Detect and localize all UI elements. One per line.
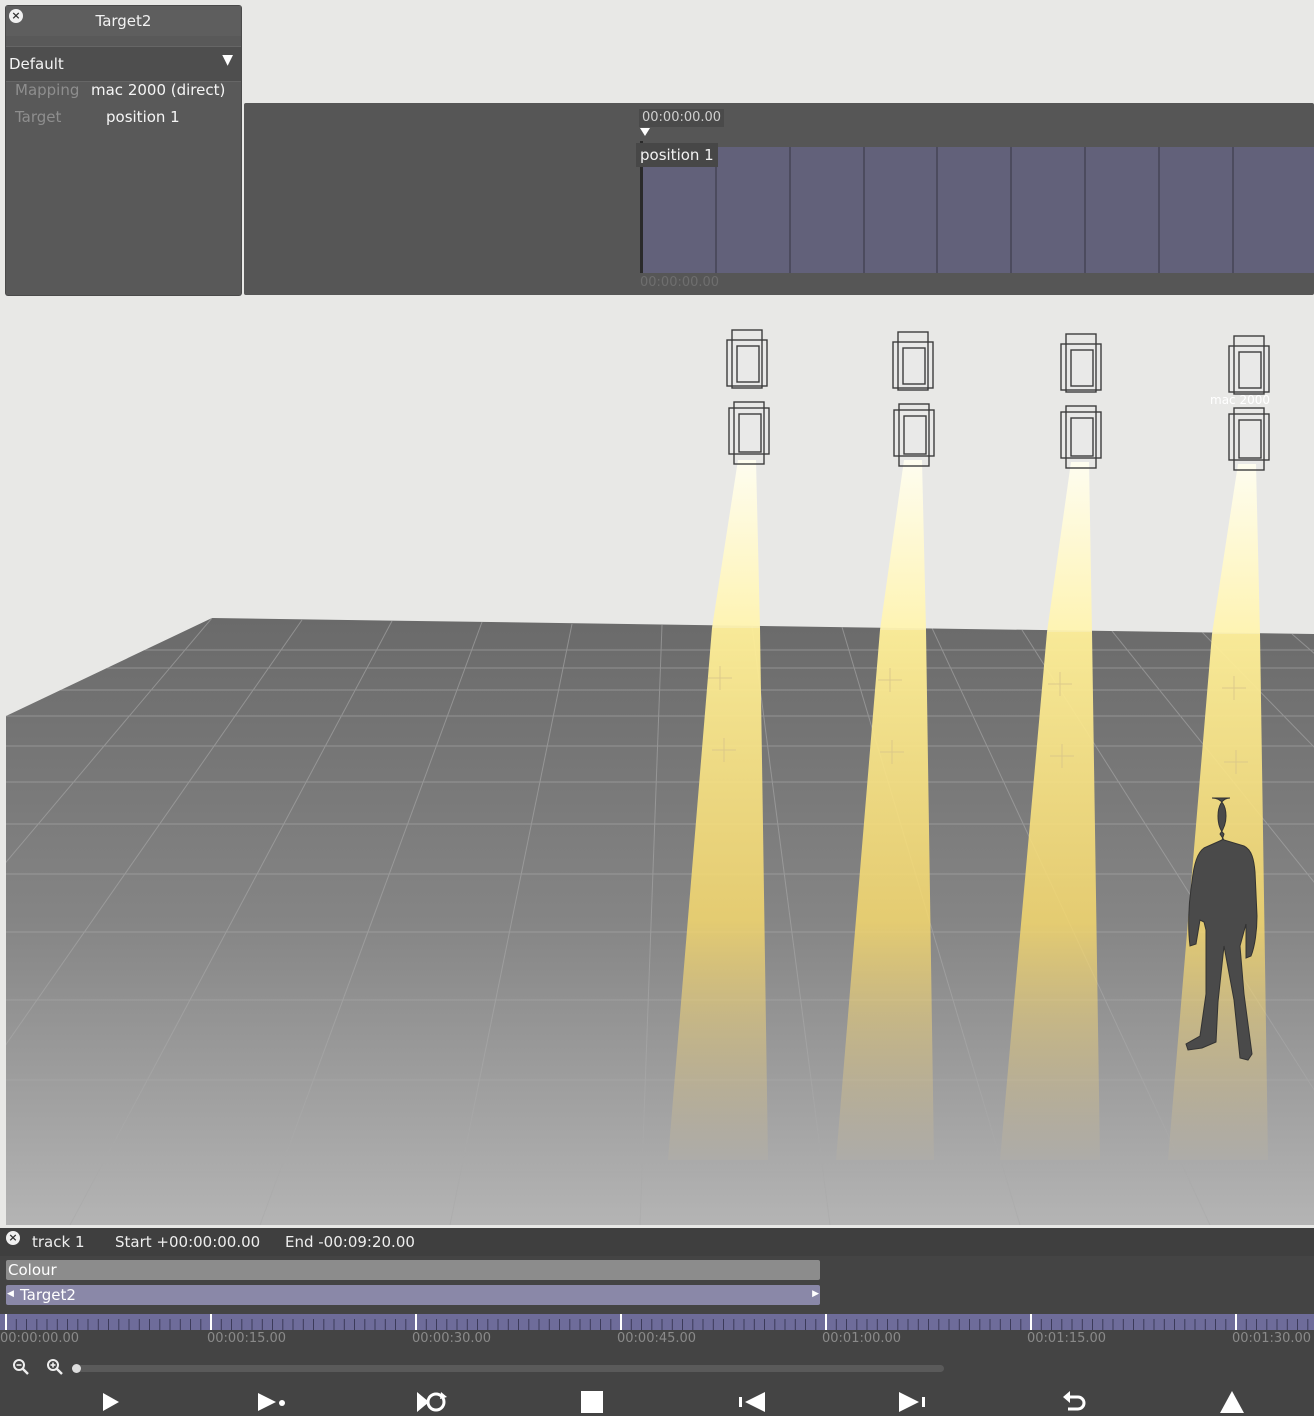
target-label: Target [15, 108, 62, 126]
ruler-time-label: 00:00:30.00 [412, 1331, 492, 1346]
go-to-start-icon [739, 1392, 765, 1412]
clip-divider [936, 147, 938, 273]
loop-play-icon [417, 1392, 447, 1412]
track-panel: × track 1 Start +00:00:00.00 End -00:09:… [0, 1228, 1314, 1416]
ruler-time-label: 00:01:30.00 [1232, 1331, 1312, 1346]
track-name[interactable]: track 1 [32, 1233, 85, 1251]
timeline-panel: 00:00:00.00 position 1 00:00:00.00 [244, 103, 1314, 295]
light-beam [1212, 464, 1260, 634]
clip-divider [1010, 147, 1012, 273]
preset-dropdown[interactable]: Default ▼ [6, 46, 241, 82]
clip-divider [863, 147, 865, 273]
fixture-label: mac 2000 [1210, 393, 1270, 407]
clip-label[interactable]: position 1 [636, 143, 718, 167]
eject-button[interactable] [1212, 1388, 1252, 1416]
zoom-in-icon[interactable] [46, 1358, 64, 1381]
ruler-time-label: 00:00:00.00 [0, 1331, 80, 1346]
chevron-right-icon[interactable]: ▶ [812, 1289, 819, 1299]
playhead-marker[interactable] [640, 128, 650, 136]
ruler-time-label: 00:01:00.00 [822, 1331, 902, 1346]
stage-floor[interactable] [6, 618, 1314, 1225]
moving-head-fixture[interactable] [1060, 333, 1102, 469]
light-beam [1047, 462, 1092, 632]
stop-button[interactable] [572, 1388, 612, 1416]
colour-lane-label: Colour [8, 1261, 57, 1279]
close-icon[interactable]: × [6, 1231, 20, 1245]
preset-dropdown-value: Default [9, 55, 64, 73]
moving-head-fixture[interactable] [726, 329, 770, 465]
moving-head-fixture[interactable] [892, 331, 935, 467]
track-start: Start +00:00:00.00 [115, 1233, 261, 1251]
stop-icon [581, 1391, 603, 1413]
track-end: End -00:09:20.00 [285, 1233, 415, 1251]
play-next-icon [258, 1393, 285, 1411]
mapping-value[interactable]: mac 2000 (direct) [91, 81, 225, 99]
undo-icon [1063, 1391, 1086, 1411]
go-to-start-button[interactable] [732, 1388, 772, 1416]
ruler-time-label: 00:00:45.00 [617, 1331, 697, 1346]
zoom-out-icon[interactable] [12, 1358, 30, 1381]
mapping-label: Mapping [15, 81, 80, 99]
ruler-time-label: 00:01:15.00 [1027, 1331, 1107, 1346]
fixtures[interactable] [726, 329, 1270, 471]
target-panel-title: Target2 [95, 12, 152, 30]
play-button[interactable] [90, 1388, 130, 1416]
target-panel-titlebar[interactable]: × Target2 [6, 6, 241, 36]
clip-divider [1232, 147, 1234, 273]
go-to-end-button[interactable] [892, 1388, 932, 1416]
timeline-end-time: 00:00:00.00 [640, 275, 720, 290]
play-icon [103, 1393, 119, 1411]
loop-play-button[interactable] [412, 1388, 452, 1416]
colour-lane[interactable]: Colour [6, 1260, 820, 1280]
zoom-slider-handle[interactable] [72, 1364, 81, 1373]
eject-icon [1220, 1391, 1244, 1413]
target-lane[interactable]: ◀ Target2 ▶ [6, 1285, 820, 1305]
target-lane-label: Target2 [20, 1286, 76, 1304]
play-next-button[interactable] [252, 1388, 292, 1416]
clip-divider [1158, 147, 1160, 273]
chevron-left-icon[interactable]: ◀ [7, 1289, 14, 1299]
go-to-end-icon [899, 1392, 925, 1412]
stage-viewport[interactable]: mac 2000 [0, 300, 1314, 1225]
clip-divider [1084, 147, 1086, 273]
target-value[interactable]: position 1 [106, 108, 180, 126]
ruler-time-label: 00:00:15.00 [207, 1331, 287, 1346]
time-ruler[interactable] [0, 1314, 1314, 1330]
chevron-down-icon[interactable]: ▼ [222, 52, 233, 68]
undo-button[interactable] [1054, 1388, 1094, 1416]
clip-divider [789, 147, 791, 273]
light-beam [712, 460, 760, 628]
target-panel: × Target2 Default ▼ Mapping mac 2000 (di… [6, 6, 241, 295]
light-beam [880, 460, 926, 630]
track-header: × track 1 Start +00:00:00.00 End -00:09:… [0, 1228, 1314, 1256]
zoom-slider[interactable] [76, 1365, 944, 1372]
timeline-clip[interactable] [643, 147, 1314, 273]
timeline-current-time: 00:00:00.00 [639, 109, 725, 127]
